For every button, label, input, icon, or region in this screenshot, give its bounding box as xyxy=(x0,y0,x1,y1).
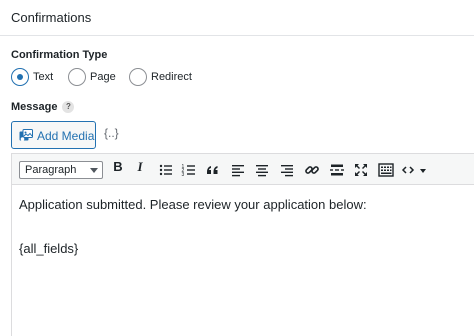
toolbar-toggle-icon[interactable] xyxy=(377,161,395,179)
radio-redirect-label: Redirect xyxy=(151,71,192,83)
chevron-down-icon xyxy=(90,168,98,173)
panel-title: Confirmations xyxy=(11,10,92,25)
bold-icon[interactable]: B xyxy=(109,158,127,176)
editor-paragraph: {all_fields} xyxy=(19,241,79,256)
message-label: Message? xyxy=(11,101,75,113)
numbered-list-icon[interactable]: 123 xyxy=(180,161,198,179)
media-icon xyxy=(19,129,33,141)
radio-text[interactable]: Text xyxy=(11,68,71,88)
format-select-value: Paragraph xyxy=(25,164,77,176)
paragraph-format-select[interactable]: Paragraph xyxy=(19,161,103,179)
radio-text-label: Text xyxy=(33,71,54,83)
align-left-icon[interactable] xyxy=(229,161,247,179)
radio-redirect[interactable]: Redirect xyxy=(129,68,209,88)
add-media-label: Add Media xyxy=(37,129,95,143)
message-editor: Paragraph B I 123 Application submitted.… xyxy=(11,153,474,336)
confirmation-type-label: Confirmation Type xyxy=(11,49,108,61)
dropdown-icon xyxy=(420,169,426,173)
radio-page-label: Page xyxy=(90,71,116,83)
radio-page-circle[interactable] xyxy=(68,68,86,86)
link-icon[interactable] xyxy=(303,161,321,179)
merge-tag-button[interactable]: {..} xyxy=(104,126,119,140)
editor-paragraph: Application submitted. Please review you… xyxy=(19,197,367,212)
blockquote-icon[interactable] xyxy=(204,161,222,179)
radio-text-circle[interactable] xyxy=(11,68,29,86)
align-right-icon[interactable] xyxy=(278,161,296,179)
code-icon[interactable] xyxy=(401,161,431,179)
add-media-button[interactable]: Add Media xyxy=(11,121,96,149)
panel-header: Confirmations xyxy=(0,0,474,36)
read-more-icon[interactable] xyxy=(328,161,346,179)
editor-toolbar: Paragraph B I 123 xyxy=(12,154,474,185)
help-icon[interactable]: ? xyxy=(62,101,75,113)
confirmations-panel: Confirmations Confirmation Type Text Pag… xyxy=(0,0,474,336)
svg-text:3: 3 xyxy=(182,172,185,178)
italic-icon[interactable]: I xyxy=(131,158,149,176)
fullscreen-icon[interactable] xyxy=(352,161,370,179)
radio-redirect-circle[interactable] xyxy=(129,68,147,86)
message-label-text: Message xyxy=(11,101,58,113)
align-center-icon[interactable] xyxy=(253,161,271,179)
radio-page[interactable]: Page xyxy=(68,68,128,88)
bulleted-list-icon[interactable] xyxy=(157,161,175,179)
